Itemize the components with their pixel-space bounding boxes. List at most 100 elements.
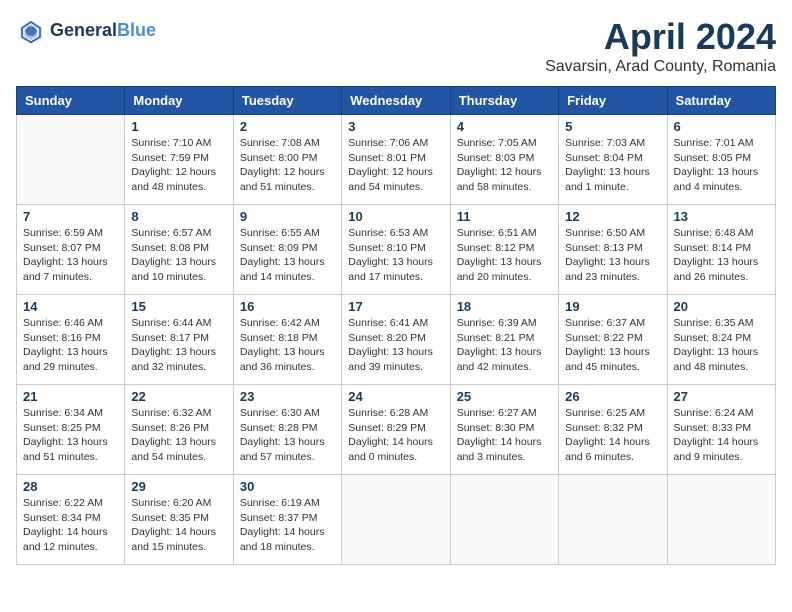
location-title: Savarsin, Arad County, Romania xyxy=(545,58,776,76)
weekday-header-wednesday: Wednesday xyxy=(342,87,450,115)
calendar-cell: 26 Sunrise: 6:25 AMSunset: 8:32 PMDayligh… xyxy=(559,385,667,475)
calendar-cell: 7 Sunrise: 6:59 AMSunset: 8:07 PMDaylight… xyxy=(17,205,125,295)
day-info: Sunrise: 7:01 AMSunset: 8:05 PMDaylight:… xyxy=(674,136,769,195)
calendar-cell: 12 Sunrise: 6:50 AMSunset: 8:13 PMDayligh… xyxy=(559,205,667,295)
calendar-cell: 3 Sunrise: 7:06 AMSunset: 8:01 PMDaylight… xyxy=(342,115,450,205)
day-info: Sunrise: 6:39 AMSunset: 8:21 PMDaylight:… xyxy=(457,316,552,375)
day-number: 8 xyxy=(131,209,226,224)
day-info: Sunrise: 6:57 AMSunset: 8:08 PMDaylight:… xyxy=(131,226,226,285)
calendar-cell: 18 Sunrise: 6:39 AMSunset: 8:21 PMDayligh… xyxy=(450,295,558,385)
calendar-cell xyxy=(342,475,450,565)
day-info: Sunrise: 6:34 AMSunset: 8:25 PMDaylight:… xyxy=(23,406,118,465)
day-info: Sunrise: 6:48 AMSunset: 8:14 PMDaylight:… xyxy=(674,226,769,285)
weekday-header-sunday: Sunday xyxy=(17,87,125,115)
calendar-cell: 17 Sunrise: 6:41 AMSunset: 8:20 PMDayligh… xyxy=(342,295,450,385)
week-row-1: 1Sunrise: 7:10 AMSunset: 7:59 PMDaylight… xyxy=(17,115,776,205)
day-number: 7 xyxy=(23,209,118,224)
week-row-2: 7 Sunrise: 6:59 AMSunset: 8:07 PMDaylight… xyxy=(17,205,776,295)
day-number: 26 xyxy=(565,389,660,404)
week-row-4: 21 Sunrise: 6:34 AMSunset: 8:25 PMDayligh… xyxy=(17,385,776,475)
day-number: 4 xyxy=(457,119,552,134)
day-number: 18 xyxy=(457,299,552,314)
day-info: Sunrise: 6:46 AMSunset: 8:16 PMDaylight:… xyxy=(23,316,118,375)
day-info: Sunrise: 6:32 AMSunset: 8:26 PMDaylight:… xyxy=(131,406,226,465)
day-number: 17 xyxy=(348,299,443,314)
calendar-cell xyxy=(450,475,558,565)
calendar-cell: 23Sunrise: 6:30 AMSunset: 8:28 PMDayligh… xyxy=(233,385,341,475)
day-info: Sunrise: 6:22 AMSunset: 8:34 PMDaylight:… xyxy=(23,496,118,555)
day-info: Sunrise: 6:27 AMSunset: 8:30 PMDaylight:… xyxy=(457,406,552,465)
day-info: Sunrise: 6:37 AMSunset: 8:22 PMDaylight:… xyxy=(565,316,660,375)
day-info: Sunrise: 6:53 AMSunset: 8:10 PMDaylight:… xyxy=(348,226,443,285)
day-number: 12 xyxy=(565,209,660,224)
calendar-cell: 20Sunrise: 6:35 AMSunset: 8:24 PMDayligh… xyxy=(667,295,775,385)
day-info: Sunrise: 6:19 AMSunset: 8:37 PMDaylight:… xyxy=(240,496,335,555)
weekday-header-tuesday: Tuesday xyxy=(233,87,341,115)
calendar-cell: 15 Sunrise: 6:44 AMSunset: 8:17 PMDayligh… xyxy=(125,295,233,385)
calendar-cell: 9 Sunrise: 6:55 AMSunset: 8:09 PMDaylight… xyxy=(233,205,341,295)
day-number: 24 xyxy=(348,389,443,404)
calendar-cell: 8 Sunrise: 6:57 AMSunset: 8:08 PMDaylight… xyxy=(125,205,233,295)
weekday-header-monday: Monday xyxy=(125,87,233,115)
calendar-cell: 4 Sunrise: 7:05 AMSunset: 8:03 PMDaylight… xyxy=(450,115,558,205)
calendar-cell: 29 Sunrise: 6:20 AMSunset: 8:35 PMDayligh… xyxy=(125,475,233,565)
day-number: 5 xyxy=(565,119,660,134)
title-block: April 2024 Savarsin, Arad County, Romani… xyxy=(545,16,776,76)
calendar-cell: 16Sunrise: 6:42 AMSunset: 8:18 PMDayligh… xyxy=(233,295,341,385)
day-number: 28 xyxy=(23,479,118,494)
day-number: 3 xyxy=(348,119,443,134)
day-info: Sunrise: 7:05 AMSunset: 8:03 PMDaylight:… xyxy=(457,136,552,195)
day-info: Sunrise: 6:59 AMSunset: 8:07 PMDaylight:… xyxy=(23,226,118,285)
week-row-5: 28 Sunrise: 6:22 AMSunset: 8:34 PMDayligh… xyxy=(17,475,776,565)
calendar-table: SundayMondayTuesdayWednesdayThursdayFrid… xyxy=(16,86,776,565)
calendar-cell: 19 Sunrise: 6:37 AMSunset: 8:22 PMDayligh… xyxy=(559,295,667,385)
calendar-cell xyxy=(17,115,125,205)
day-number: 21 xyxy=(23,389,118,404)
calendar-cell xyxy=(667,475,775,565)
day-number: 15 xyxy=(131,299,226,314)
day-info: Sunrise: 6:25 AMSunset: 8:32 PMDaylight:… xyxy=(565,406,660,465)
weekday-header-saturday: Saturday xyxy=(667,87,775,115)
day-info: Sunrise: 6:42 AMSunset: 8:18 PMDaylight:… xyxy=(240,316,335,375)
calendar-cell: 13 Sunrise: 6:48 AMSunset: 8:14 PMDayligh… xyxy=(667,205,775,295)
calendar-cell: 30 Sunrise: 6:19 AMSunset: 8:37 PMDayligh… xyxy=(233,475,341,565)
calendar-cell xyxy=(559,475,667,565)
day-number: 1 xyxy=(131,119,226,134)
day-info: Sunrise: 6:30 AMSunset: 8:28 PMDaylight:… xyxy=(240,406,335,465)
day-number: 11 xyxy=(457,209,552,224)
weekday-header-friday: Friday xyxy=(559,87,667,115)
day-info: Sunrise: 6:50 AMSunset: 8:13 PMDaylight:… xyxy=(565,226,660,285)
day-info: Sunrise: 6:44 AMSunset: 8:17 PMDaylight:… xyxy=(131,316,226,375)
day-info: Sunrise: 6:41 AMSunset: 8:20 PMDaylight:… xyxy=(348,316,443,375)
day-number: 14 xyxy=(23,299,118,314)
day-number: 29 xyxy=(131,479,226,494)
page-header: GeneralBlue April 2024 Savarsin, Arad Co… xyxy=(16,16,776,76)
day-info: Sunrise: 7:03 AMSunset: 8:04 PMDaylight:… xyxy=(565,136,660,195)
day-info: Sunrise: 6:24 AMSunset: 8:33 PMDaylight:… xyxy=(674,406,769,465)
day-info: Sunrise: 6:20 AMSunset: 8:35 PMDaylight:… xyxy=(131,496,226,555)
calendar-cell: 14 Sunrise: 6:46 AMSunset: 8:16 PMDayligh… xyxy=(17,295,125,385)
month-title: April 2024 xyxy=(545,16,776,58)
day-number: 9 xyxy=(240,209,335,224)
day-number: 19 xyxy=(565,299,660,314)
day-number: 2 xyxy=(240,119,335,134)
day-info: Sunrise: 6:55 AMSunset: 8:09 PMDaylight:… xyxy=(240,226,335,285)
logo: GeneralBlue xyxy=(16,16,156,46)
logo-text: GeneralBlue xyxy=(50,21,156,41)
calendar-cell: 5 Sunrise: 7:03 AMSunset: 8:04 PMDaylight… xyxy=(559,115,667,205)
calendar-cell: 22 Sunrise: 6:32 AMSunset: 8:26 PMDayligh… xyxy=(125,385,233,475)
day-info: Sunrise: 6:28 AMSunset: 8:29 PMDaylight:… xyxy=(348,406,443,465)
day-info: Sunrise: 7:06 AMSunset: 8:01 PMDaylight:… xyxy=(348,136,443,195)
day-number: 22 xyxy=(131,389,226,404)
day-number: 20 xyxy=(674,299,769,314)
day-number: 10 xyxy=(348,209,443,224)
calendar-cell: 27Sunrise: 6:24 AMSunset: 8:33 PMDayligh… xyxy=(667,385,775,475)
day-number: 13 xyxy=(674,209,769,224)
calendar-cell: 6Sunrise: 7:01 AMSunset: 8:05 PMDaylight… xyxy=(667,115,775,205)
week-row-3: 14 Sunrise: 6:46 AMSunset: 8:16 PMDayligh… xyxy=(17,295,776,385)
calendar-cell: 28 Sunrise: 6:22 AMSunset: 8:34 PMDayligh… xyxy=(17,475,125,565)
calendar-cell: 2Sunrise: 7:08 AMSunset: 8:00 PMDaylight… xyxy=(233,115,341,205)
calendar-cell: 10 Sunrise: 6:53 AMSunset: 8:10 PMDayligh… xyxy=(342,205,450,295)
day-number: 30 xyxy=(240,479,335,494)
weekday-header-thursday: Thursday xyxy=(450,87,558,115)
